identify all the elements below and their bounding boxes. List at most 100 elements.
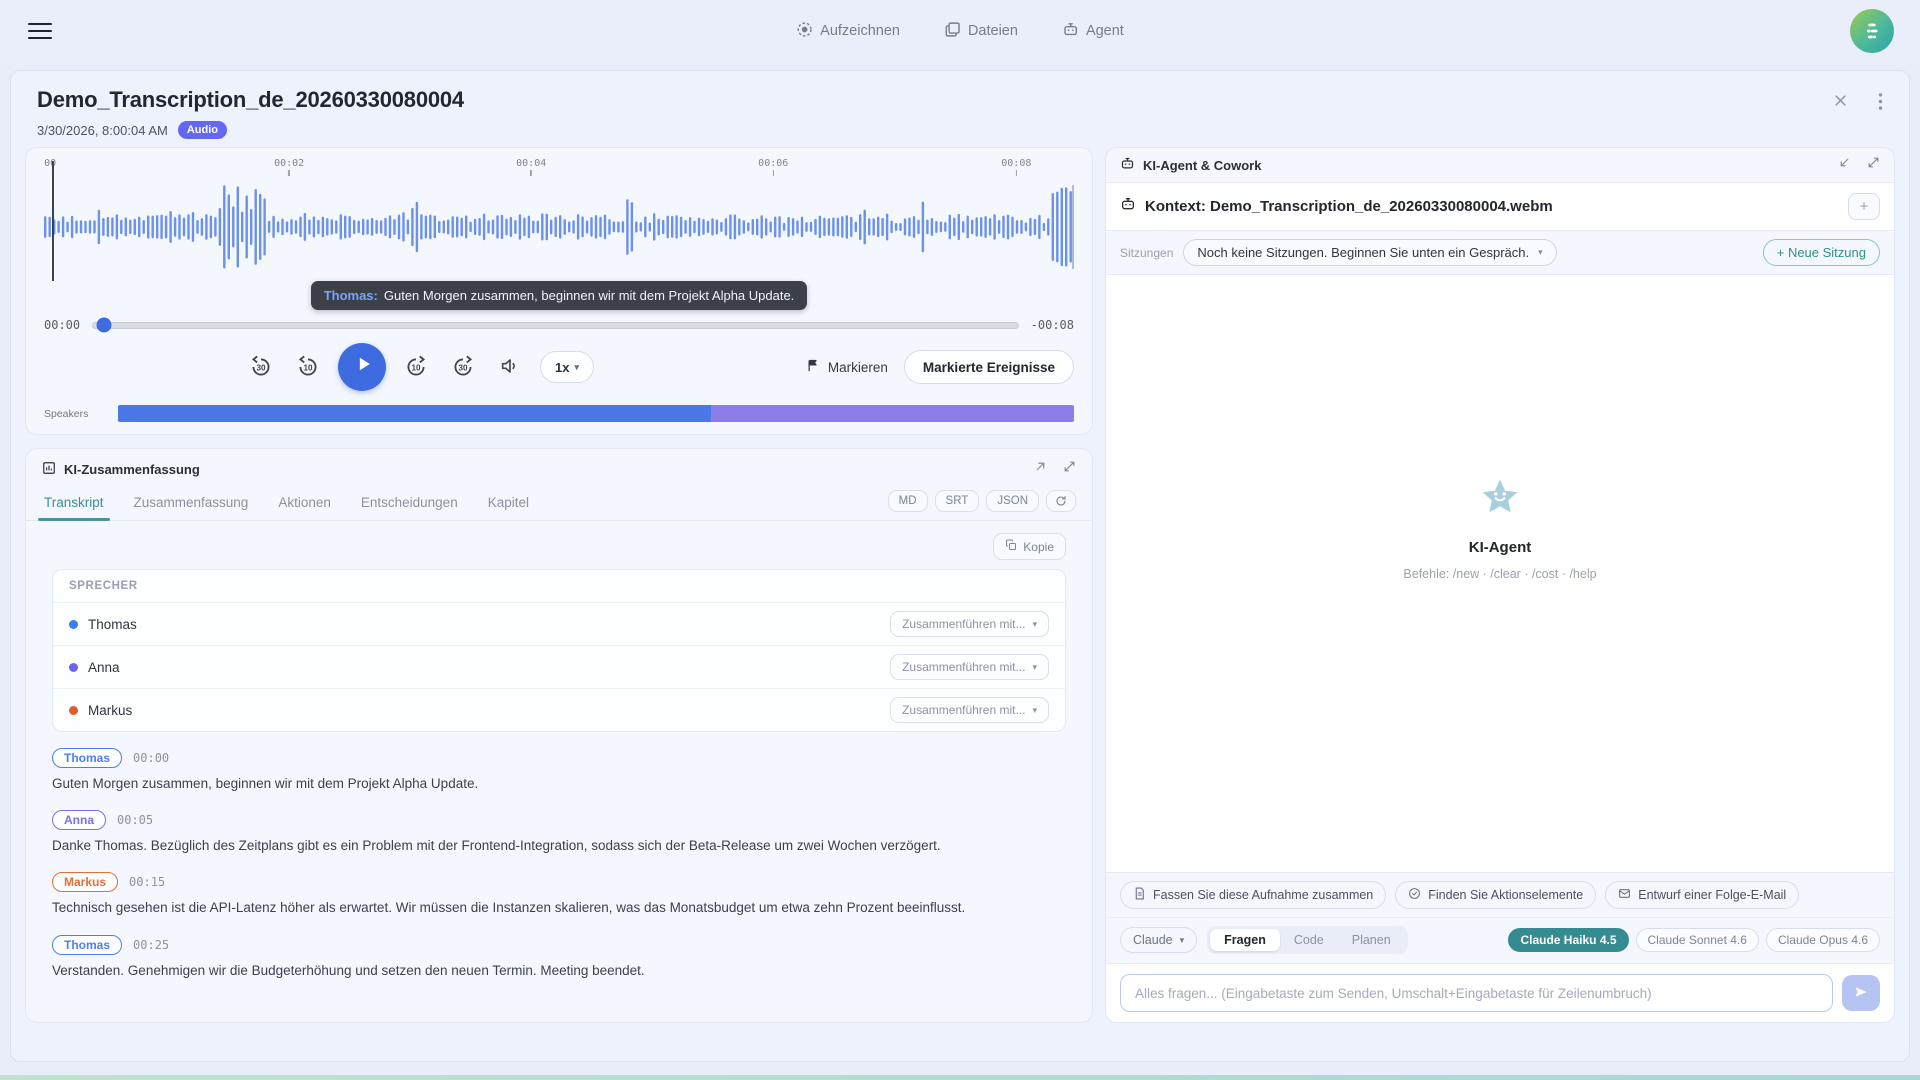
send-button[interactable] xyxy=(1842,975,1880,1011)
skip-back-10-button[interactable]: 10 xyxy=(291,350,325,384)
speakers-label: Speakers xyxy=(44,408,118,420)
agent-footer: Fassen Sie diese Aufnahme zusammen Finde… xyxy=(1106,872,1894,1022)
summary-tab[interactable]: Transkript xyxy=(42,487,106,520)
nav-tabs: Aufzeichnen Dateien Agent xyxy=(796,21,1124,42)
entry-timestamp[interactable]: 00:15 xyxy=(129,875,165,889)
playhead-cursor[interactable] xyxy=(52,161,54,281)
document-timestamp: 3/30/2026, 8:00:04 AM xyxy=(37,123,168,138)
export-format-button[interactable]: SRT xyxy=(935,490,980,512)
merge-speaker-select[interactable]: Zusammenführen mit... ▾ xyxy=(890,611,1049,637)
collapse-icon[interactable] xyxy=(1838,156,1851,174)
speaker-pill[interactable]: Thomas xyxy=(52,748,122,768)
skip-forward-10-button[interactable]: 10 xyxy=(399,350,433,384)
waveform-end-marker xyxy=(1072,185,1074,269)
seek-thumb[interactable] xyxy=(97,318,112,333)
speaker-color-dot xyxy=(69,620,78,629)
expand-icon[interactable] xyxy=(1063,460,1076,478)
merge-speaker-select[interactable]: Zusammenführen mit... ▾ xyxy=(890,697,1049,723)
volume-button[interactable] xyxy=(493,350,527,384)
chevron-down-icon: ▾ xyxy=(574,362,579,373)
timeline-tick: 00:06 xyxy=(758,158,788,176)
mode-tabs: Fragen Code Planen xyxy=(1207,926,1408,954)
model-chip[interactable]: Claude Opus 4.6 xyxy=(1766,928,1880,952)
speaker-pill[interactable]: Markus xyxy=(52,872,118,892)
sessions-placeholder: Noch keine Sitzungen. Beginnen Sie unten… xyxy=(1197,245,1529,260)
chart-icon xyxy=(42,461,56,478)
marked-events-button[interactable]: Markierte Ereignisse xyxy=(904,350,1074,384)
app-logo[interactable] xyxy=(1850,9,1894,53)
copy-label: Kopie xyxy=(1023,540,1054,554)
export-format-button[interactable]: JSON xyxy=(986,490,1039,512)
document-header: Demo_Transcription_de_20260330080004 3/3… xyxy=(11,71,1909,147)
summary-tab[interactable]: Zusammenfassung xyxy=(132,487,251,520)
seek-slider[interactable] xyxy=(92,322,1019,329)
mode-tab[interactable]: Fragen xyxy=(1210,929,1280,951)
document-icon xyxy=(1133,887,1146,903)
speaker-pill[interactable]: Thomas xyxy=(52,935,122,955)
tooltip-text: Guten Morgen zusammen, beginnen wir mit … xyxy=(384,288,794,303)
add-context-button[interactable]: + xyxy=(1848,193,1880,220)
chevron-down-icon: ▾ xyxy=(1538,247,1543,258)
entry-timestamp[interactable]: 00:25 xyxy=(133,938,169,952)
playback-speed-button[interactable]: 1x ▾ xyxy=(540,351,594,383)
provider-select[interactable]: Claude ▾ xyxy=(1120,927,1197,953)
speaker-table: SPRECHER Thomas Zusammenführen mit... ▾ xyxy=(52,569,1066,732)
kebab-menu-icon[interactable] xyxy=(1878,93,1883,113)
model-chip[interactable]: Claude Haiku 4.5 xyxy=(1508,928,1628,952)
play-button[interactable] xyxy=(338,343,386,391)
remaining-time: -00:08 xyxy=(1031,318,1074,332)
open-external-icon[interactable] xyxy=(1034,460,1047,478)
refresh-button[interactable] xyxy=(1046,490,1076,512)
skip-forward-30-button[interactable]: 30 xyxy=(446,350,480,384)
table-row: Anna Zusammenführen mit... ▾ xyxy=(53,646,1065,689)
mode-tab[interactable]: Code xyxy=(1280,929,1338,951)
nav-item-record[interactable]: Aufzeichnen xyxy=(796,21,900,42)
copy-icon xyxy=(1005,539,1017,554)
draft-followup-email-button[interactable]: Entwurf einer Folge-E-Mail xyxy=(1605,881,1799,909)
volume-icon xyxy=(499,355,521,380)
chevron-down-icon: ▾ xyxy=(1032,662,1037,673)
entry-timestamp[interactable]: 00:00 xyxy=(133,751,169,765)
context-label: Kontext: Demo_Transcription_de_202603300… xyxy=(1145,198,1553,215)
find-action-items-button[interactable]: Finden Sie Aktionselemente xyxy=(1395,881,1596,909)
nav-item-files[interactable]: Dateien xyxy=(944,21,1018,42)
sessions-select[interactable]: Noch keine Sitzungen. Beginnen Sie unten… xyxy=(1183,239,1556,266)
type-badge: Audio xyxy=(178,121,227,139)
speaker-pill[interactable]: Anna xyxy=(52,810,106,830)
transcript-entry: Markus 00:15 Technisch gesehen ist die A… xyxy=(52,872,1066,917)
table-row: Thomas Zusammenführen mit... ▾ xyxy=(53,603,1065,646)
svg-text:10: 10 xyxy=(303,363,313,372)
ask-input[interactable] xyxy=(1120,974,1833,1012)
close-icon[interactable] xyxy=(1833,93,1848,113)
model-chips: Claude Haiku 4.5 Claude Sonnet 4.6 Claud… xyxy=(1508,928,1880,952)
menu-icon[interactable] xyxy=(28,18,52,44)
speaker-segment[interactable] xyxy=(711,405,1074,422)
new-session-button[interactable]: + Neue Sitzung xyxy=(1763,239,1880,266)
speaker-name: Anna xyxy=(88,660,120,675)
summary-tab[interactable]: Entscheidungen xyxy=(359,487,460,520)
model-chip[interactable]: Claude Sonnet 4.6 xyxy=(1636,928,1759,952)
copy-button[interactable]: Kopie xyxy=(993,533,1066,560)
waveform-timeline: 00 00:02 00:04 xyxy=(44,158,1074,173)
ask-input-row xyxy=(1106,963,1894,1022)
summary-tab[interactable]: Aktionen xyxy=(276,487,333,520)
model-row: Claude ▾ Fragen Code Planen xyxy=(1106,918,1894,963)
svg-text:30: 30 xyxy=(458,363,468,372)
waveform-container[interactable] xyxy=(44,177,1074,277)
speakers-track[interactable] xyxy=(118,405,1074,422)
entry-timestamp[interactable]: 00:05 xyxy=(117,813,153,827)
expand-icon[interactable] xyxy=(1867,156,1880,174)
svg-text:10: 10 xyxy=(411,363,421,372)
mark-button[interactable]: Markieren xyxy=(806,358,888,376)
sessions-row: Sitzungen Noch keine Sitzungen. Beginnen… xyxy=(1106,231,1894,274)
speaker-segment[interactable] xyxy=(118,405,711,422)
entry-text: Verstanden. Genehmigen wir die Budgeterh… xyxy=(52,962,1066,980)
export-format-button[interactable]: MD xyxy=(888,490,928,512)
nav-item-agent[interactable]: Agent xyxy=(1062,21,1124,42)
merge-label: Zusammenführen mit... xyxy=(902,660,1025,674)
summarize-recording-button[interactable]: Fassen Sie diese Aufnahme zusammen xyxy=(1120,881,1386,909)
mode-tab[interactable]: Planen xyxy=(1338,929,1405,951)
merge-speaker-select[interactable]: Zusammenführen mit... ▾ xyxy=(890,654,1049,680)
summary-tab[interactable]: Kapitel xyxy=(486,487,531,520)
skip-back-30-button[interactable]: 30 xyxy=(244,350,278,384)
